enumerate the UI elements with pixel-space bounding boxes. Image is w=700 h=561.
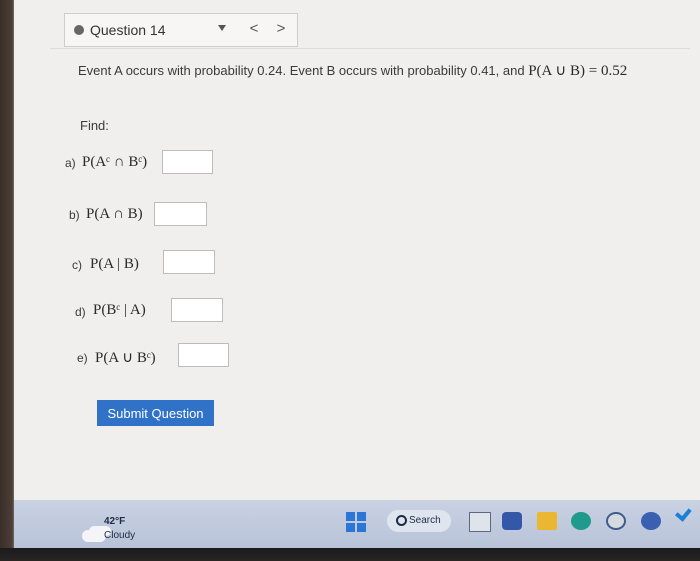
find-label: Find: (80, 118, 109, 133)
item-e-label: e) (77, 351, 88, 365)
answer-input-e[interactable] (178, 343, 229, 367)
weather-temperature[interactable]: 42°F (104, 516, 125, 527)
question-title: Question 14 (90, 22, 166, 38)
item-b-label: b) (69, 208, 80, 222)
taskbar-search-label: Search (409, 515, 441, 526)
question-status-icon (74, 25, 84, 35)
item-a-label: a) (65, 156, 76, 170)
item-c-label: c) (72, 258, 82, 272)
screen-bezel-bottom (0, 548, 700, 561)
taskbar-search-button[interactable]: Search (387, 510, 451, 532)
photo-frame: Question 14 < > Event A occurs with prob… (0, 0, 700, 561)
next-question-button[interactable]: > (270, 18, 292, 40)
item-d-label: d) (75, 305, 86, 319)
windows-start-icon[interactable] (346, 512, 366, 532)
divider (50, 48, 690, 49)
answer-input-d[interactable] (171, 298, 223, 322)
answer-input-c[interactable] (163, 250, 215, 274)
item-d-math: P(Bᶜ | A) (93, 302, 146, 318)
steam-icon[interactable] (641, 512, 661, 530)
previous-question-button[interactable]: < (243, 18, 265, 40)
problem-statement: Event A occurs with probability 0.24. Ev… (78, 61, 627, 80)
search-icon (396, 515, 407, 526)
submit-question-button[interactable]: Submit Question (97, 400, 214, 426)
chevron-down-icon[interactable] (218, 25, 226, 31)
item-b-math: P(A ∩ B) (86, 206, 143, 222)
answer-input-b[interactable] (154, 202, 207, 226)
item-a-math: P(Aᶜ ∩ Bᶜ) (82, 154, 148, 170)
teams-icon[interactable] (502, 512, 522, 530)
item-e-math: P(A ∪ Bᶜ) (95, 350, 156, 366)
problem-text: Event A occurs with probability 0.24. Ev… (78, 63, 525, 78)
file-explorer-icon[interactable] (537, 512, 557, 530)
weather-description[interactable]: Cloudy (104, 530, 135, 541)
answer-input-a[interactable] (162, 150, 213, 174)
cloud-icon[interactable] (82, 530, 106, 542)
browser-page: Question 14 < > Event A occurs with prob… (14, 0, 700, 500)
item-c-math: P(A | B) (90, 256, 139, 272)
problem-math: P(A ∪ B) = 0.52 (528, 63, 628, 79)
task-view-icon[interactable] (469, 512, 491, 532)
edge-icon[interactable] (571, 512, 591, 530)
question-selector[interactable]: Question 14 < > (64, 13, 298, 47)
app-icon[interactable] (606, 512, 626, 530)
